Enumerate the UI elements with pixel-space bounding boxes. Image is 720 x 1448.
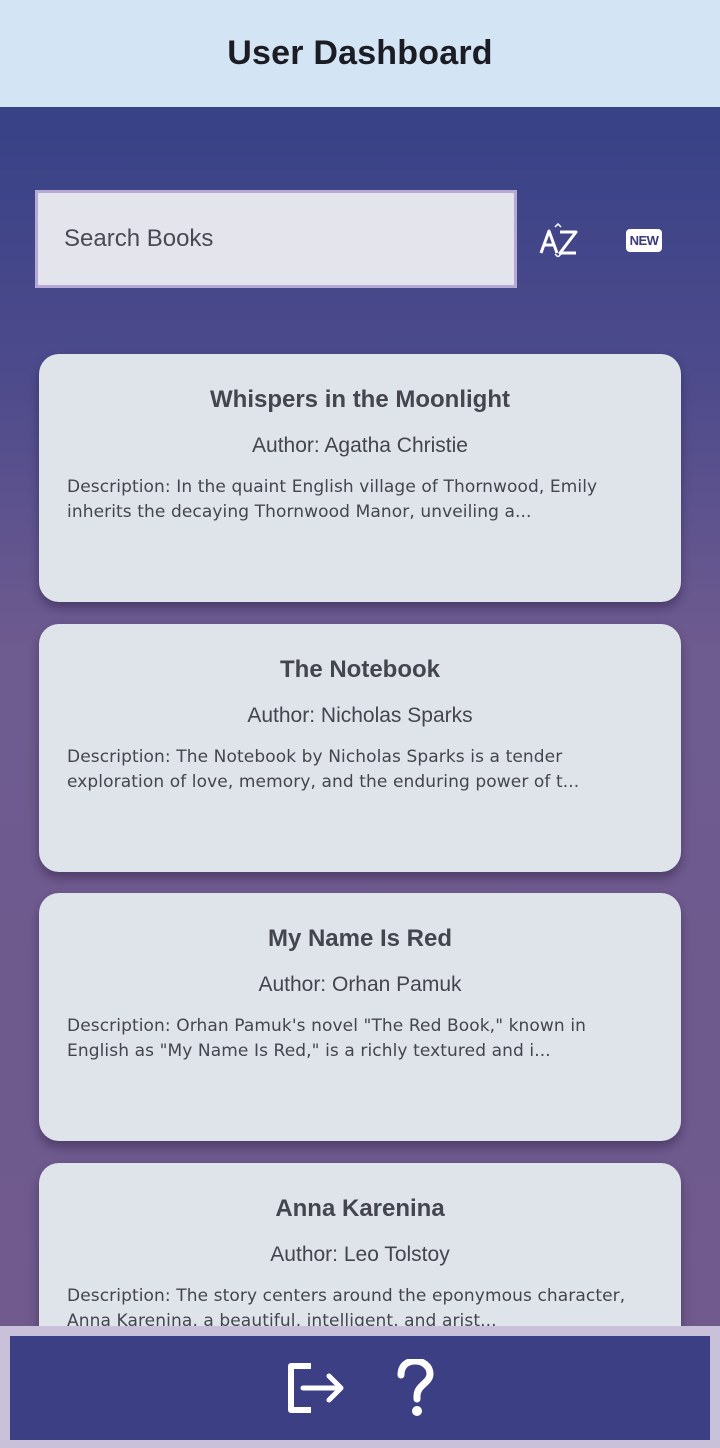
book-author: Author: Nicholas Sparks [247,704,473,727]
book-title: The Notebook [280,656,440,683]
book-description: Description: In the quaint English villa… [67,477,598,522]
book-author: Author: Agatha Christie [252,434,468,457]
book-card[interactable]: The Notebook Author: Nicholas Sparks Des… [39,624,681,872]
logout-button[interactable] [285,1360,347,1416]
search-placeholder: Search Books [64,225,214,252]
help-button[interactable] [395,1359,435,1417]
page-title: User Dashboard [227,34,493,72]
app-bar: User Dashboard [0,0,720,107]
book-title: My Name Is Red [267,925,453,952]
book-list[interactable]: Whispers in the Moonlight Author: Agatha… [0,330,720,1326]
book-author: Author: Orhan Pamuk [258,973,462,996]
book-card[interactable]: Whispers in the Moonlight Author: Agatha… [39,354,681,602]
book-title: Whispers in the Moonlight [210,386,510,413]
help-icon [397,1359,434,1416]
new-badge-icon: NEW [625,228,663,252]
book-description: Description: The story centers around th… [67,1286,626,1326]
search-input[interactable]: Search Books [35,190,517,288]
logout-icon [288,1363,344,1413]
bottom-nav [0,1326,720,1448]
book-author: Author: Leo Tolstoy [270,1243,450,1266]
book-card[interactable]: Anna Karenina Author: Leo Tolstoy Descri… [39,1163,681,1326]
book-title: Anna Karenina [275,1195,445,1222]
book-description: Description: The Notebook by Nicholas Sp… [67,747,580,792]
sort-alphabetical-icon [539,223,578,257]
bottom-nav-inner [10,1336,710,1440]
sort-alphabetical-button[interactable] [530,212,588,268]
book-description: Description: Orhan Pamuk's novel "The Re… [67,1016,587,1061]
book-card[interactable]: My Name Is Red Author: Orhan Pamuk Descr… [39,893,681,1141]
sort-newest-button[interactable]: NEW [617,218,671,262]
